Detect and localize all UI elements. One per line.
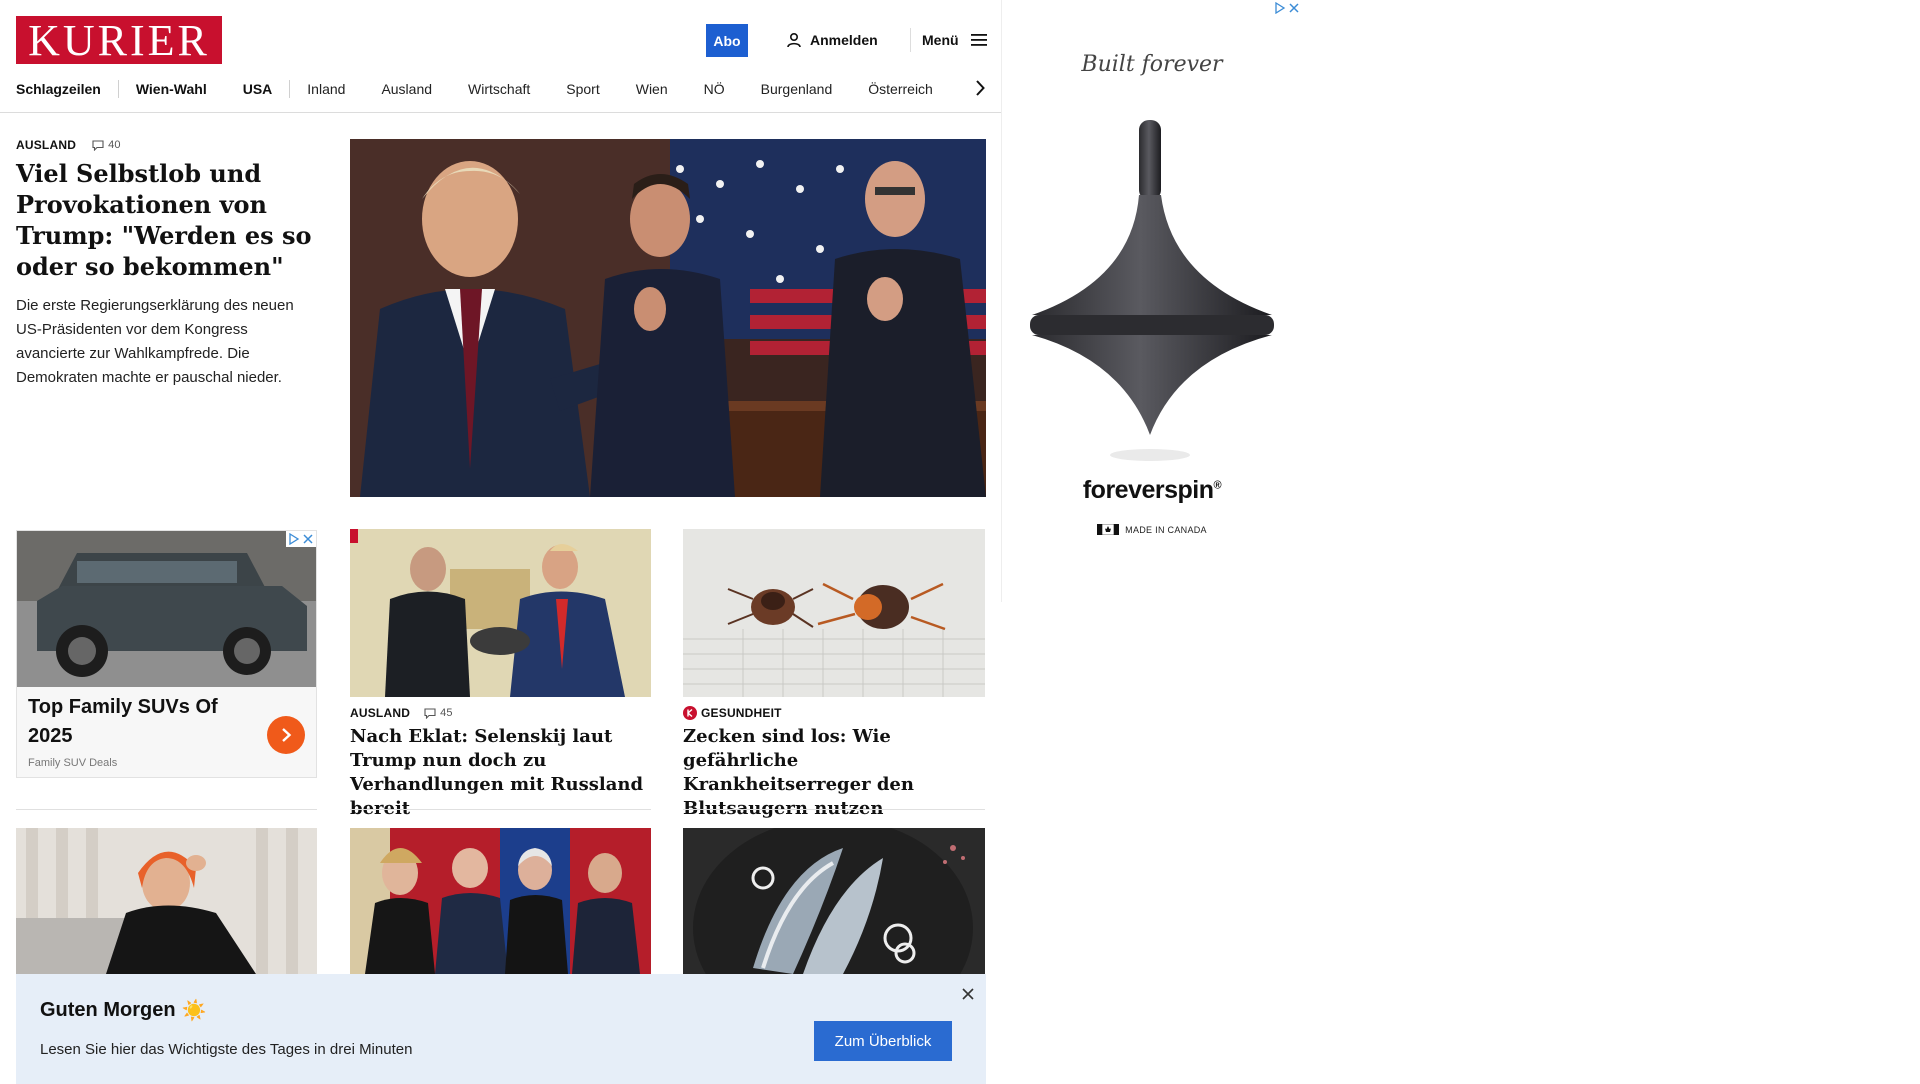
header-divider: [910, 28, 911, 52]
canada-flag-icon: [1097, 524, 1120, 535]
menu-label: Menü: [922, 32, 959, 48]
ad-origin: MADE IN CANADA: [1002, 524, 1302, 535]
chevron-right-icon: [282, 728, 292, 742]
ad-brand-name: foreverspin®: [1082, 476, 1222, 504]
hamburger-icon: [970, 34, 987, 46]
banner-text: Lesen Sie hier das Wichtigste des Tages …: [40, 1041, 413, 1058]
adchoices-badge[interactable]: [286, 531, 316, 547]
nav-item-sport[interactable]: Sport: [566, 78, 599, 100]
zum-ueberblick-button[interactable]: Zum Überblick: [814, 1021, 952, 1061]
ad-card-title[interactable]: Top Family SUVs Of 2025: [28, 693, 248, 751]
lead-article-summary[interactable]: Die erste Regierungserklärung des neuen …: [16, 294, 320, 390]
article-card-title[interactable]: Zecken sind los: Wie gefährliche Krankhe…: [683, 725, 985, 821]
nav-item-noe[interactable]: NÖ: [704, 78, 725, 100]
login-button[interactable]: Anmelden: [786, 30, 878, 50]
politicians-photo: [350, 828, 651, 974]
nav-item-wien-wahl[interactable]: Wien-Wahl: [136, 78, 207, 100]
selenskij-trump-photo: [350, 529, 651, 697]
nav-item-oesterreich[interactable]: Österreich: [868, 78, 933, 100]
comment-count-value: 45: [440, 707, 453, 719]
article-card-image[interactable]: [16, 828, 317, 974]
kurier-k-icon: [683, 706, 697, 720]
nav-item-schlagzeilen[interactable]: Schlagzeilen: [16, 78, 101, 100]
nav-scroll-right-button[interactable]: [970, 76, 990, 100]
lead-article-image[interactable]: [350, 139, 986, 497]
article-card-kicker: GESUNDHEIT: [683, 706, 782, 720]
nav-separator: [117, 80, 119, 98]
fish-photo: [683, 828, 985, 974]
ad-card-source: Family SUV Deals: [28, 757, 118, 769]
card-divider: [350, 809, 651, 810]
lead-article-kicker: AUSLAND 40: [16, 138, 121, 152]
section-label-with-icon[interactable]: GESUNDHEIT: [683, 706, 782, 720]
article-card-image[interactable]: [683, 828, 985, 974]
sun-icon: ☀️: [181, 1000, 207, 1022]
banner-title: Guten Morgen ☀️: [40, 999, 207, 1022]
login-label: Anmelden: [810, 32, 878, 48]
comment-count-value: 40: [108, 139, 121, 151]
ticks-photo: [683, 529, 985, 697]
main-navigation: Schlagzeilen Wien-Wahl USA Inland Auslan…: [16, 78, 986, 100]
adchoices-icon: [1275, 2, 1286, 14]
ad-card-arrow-button[interactable]: [267, 716, 305, 754]
article-card-image[interactable]: [350, 529, 651, 697]
comment-count[interactable]: 45: [424, 707, 453, 719]
nav-item-wirtschaft[interactable]: Wirtschaft: [468, 78, 530, 100]
section-label[interactable]: AUSLAND: [350, 706, 410, 720]
chevron-right-icon: [976, 80, 985, 96]
card-divider: [16, 809, 317, 810]
nav-item-inland[interactable]: Inland: [307, 78, 345, 100]
woman-photo: [16, 828, 317, 974]
lead-article-title[interactable]: Viel Selbstlob und Provokationen von Tru…: [16, 158, 316, 282]
registered-mark: ®: [1213, 479, 1222, 492]
section-label: GESUNDHEIT: [701, 706, 782, 720]
close-icon: [962, 988, 974, 1000]
ad-tagline: Built forever: [1081, 52, 1223, 77]
close-icon: [1289, 3, 1299, 13]
card-divider: [683, 809, 985, 810]
article-card-kicker: AUSLAND 45: [350, 706, 453, 720]
suv-ad-image: [17, 531, 316, 687]
comment-count[interactable]: 40: [92, 139, 121, 151]
nav-item-burgenland[interactable]: Burgenland: [761, 78, 833, 100]
nav-item-wien[interactable]: Wien: [636, 78, 668, 100]
ad-origin-label: MADE IN CANADA: [1125, 524, 1207, 535]
nav-item-usa[interactable]: USA: [243, 78, 273, 100]
sponsored-ad-card[interactable]: Top Family SUVs Of 2025 Family SUV Deals: [16, 530, 317, 778]
spinning-top-image: [1030, 120, 1274, 461]
kurier-logo[interactable]: KURIER: [16, 16, 222, 65]
comment-icon: [92, 139, 104, 151]
adchoices-icon: [289, 533, 300, 545]
morning-briefing-banner: Guten Morgen ☀️ Lesen Sie hier das Wicht…: [16, 974, 986, 1084]
article-card-image[interactable]: [350, 828, 651, 974]
foreverspin-ad[interactable]: Built forever foreverspin® MADE IN CANAD…: [1001, 0, 1302, 602]
comment-icon: [424, 707, 436, 719]
abo-button[interactable]: Abo: [706, 24, 748, 57]
close-icon: [303, 534, 313, 544]
nav-separator: [289, 80, 291, 98]
article-card-title[interactable]: Nach Eklat: Selenskij laut Trump nun doc…: [350, 725, 651, 821]
section-label[interactable]: AUSLAND: [16, 138, 76, 152]
banner-close-button[interactable]: [958, 984, 978, 1004]
header-divider-line: [0, 112, 1002, 113]
nav-item-ausland[interactable]: Ausland: [381, 78, 432, 100]
lead-photo: [350, 139, 986, 497]
adchoices-badge[interactable]: [1272, 0, 1302, 16]
article-card-image[interactable]: [683, 529, 985, 697]
menu-button[interactable]: Menü: [922, 30, 987, 50]
user-icon: [787, 32, 801, 48]
